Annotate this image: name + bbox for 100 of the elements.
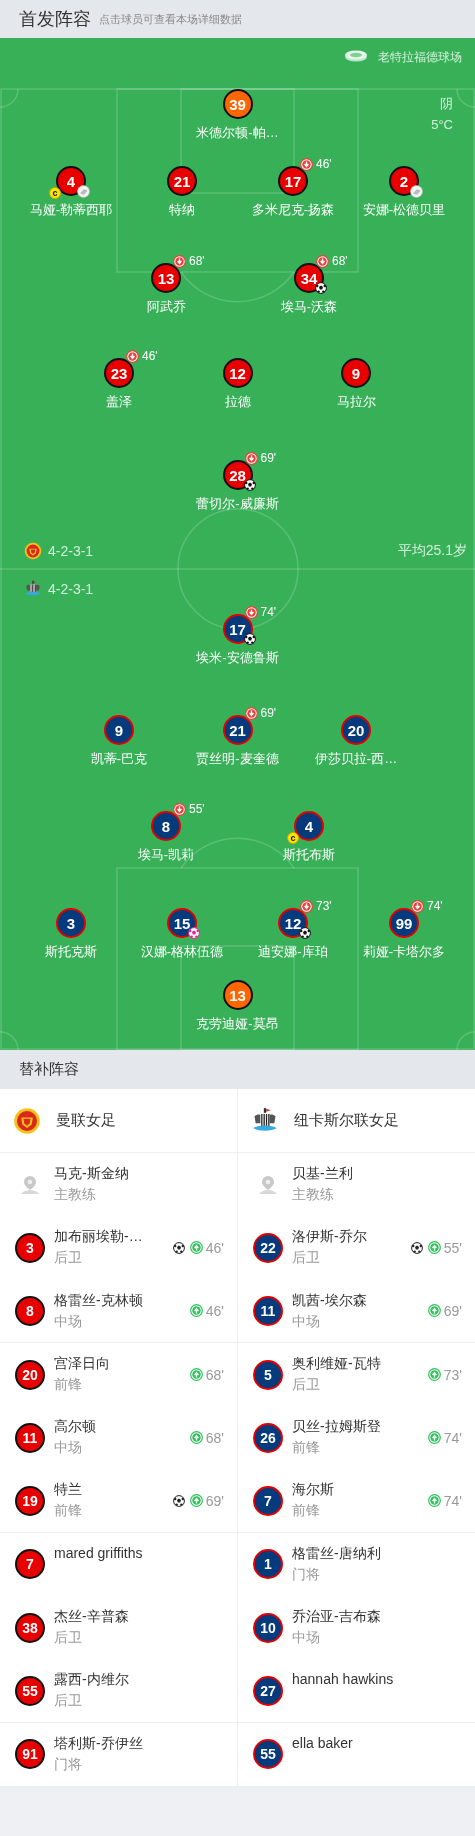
player-number[interactable]: 20 [15,1359,45,1390]
player-number[interactable]: 11 [253,1295,283,1326]
avatar-icon [257,1173,279,1196]
player-number[interactable]: 5 [253,1359,283,1390]
player-name[interactable]: ella baker [292,1734,353,1751]
substitution-minute: 68' [189,254,205,268]
player-name[interactable]: 米德尔顿-帕… [196,124,279,142]
coach-role: 主教练 [54,1186,97,1204]
substitution-minute: 46' [205,1239,224,1256]
player-position: 中场 [54,1312,83,1331]
player-name[interactable]: 格雷丝-唐纳利 [292,1544,381,1563]
player-number[interactable]: 22 [253,1232,283,1263]
player-number[interactable]: 20 [341,715,371,745]
player-number[interactable]: 2 [389,166,419,196]
player-number[interactable]: 13 [151,263,181,293]
player-number[interactable]: 26 [253,1422,283,1453]
player-name[interactable]: 汉娜-格林伍德 [140,943,224,961]
substitution-in-icon [189,1368,203,1382]
player-number[interactable]: 13 [222,980,253,1010]
player-position: 后卫 [54,1249,83,1268]
player-name[interactable]: 贝丝-拉姆斯登 [292,1418,381,1437]
substitution-minute: 69' [260,451,277,465]
player-number[interactable]: 7 [253,1485,283,1516]
player-name[interactable]: mared griffiths [54,1544,143,1561]
team-name: 曼联女足 [56,1111,116,1130]
player-number[interactable]: 9 [341,358,371,388]
substitution-in-icon [189,1494,203,1508]
player-number[interactable]: 3 [56,908,86,938]
substitution-in-icon [427,1368,441,1382]
player-number[interactable]: 55 [15,1675,45,1706]
player-name[interactable]: 奥利维娅-瓦特 [292,1354,381,1373]
player-position: 门将 [54,1755,83,1774]
player-name[interactable]: 埃马-沃森 [280,298,338,316]
player-name[interactable]: 拉德 [224,393,251,411]
player-name[interactable]: 乔治亚-吉布森 [292,1608,381,1627]
player-name[interactable]: 凯茜-埃尔森 [292,1291,367,1310]
player-name[interactable]: 马娅-勒蒂西耶 [29,201,113,219]
substitution-in-icon [427,1304,441,1318]
player-number[interactable]: 1 [253,1549,283,1580]
player-number[interactable]: 8 [15,1295,45,1326]
player-name[interactable]: 埃米-安德鲁斯 [196,649,279,667]
player-name[interactable]: 加布丽埃勒-… [54,1228,143,1247]
player-name[interactable]: 盖泽 [106,393,132,411]
player-name[interactable]: 贾丝明-麦奎德 [196,750,279,768]
player-name[interactable]: 杰丝-辛普森 [54,1608,129,1627]
player-name[interactable]: 蕾切尔-威廉斯 [196,495,279,513]
player-position: 前锋 [54,1502,82,1521]
weather-text: 阴 [440,95,453,113]
player-number[interactable]: 38 [15,1612,45,1643]
player-name[interactable]: 特兰 [54,1481,82,1500]
player-position: 后卫 [292,1249,321,1268]
player-name[interactable]: 伊莎贝拉-西… [314,750,398,768]
player-name[interactable]: 宫泽日向 [54,1354,110,1373]
crest-icon [13,1106,41,1135]
player-name[interactable]: 格雷丝-克林顿 [54,1291,143,1310]
substitution-out-icon [244,451,258,465]
coach-name[interactable]: 贝基-兰利 [292,1165,353,1183]
player-number[interactable]: 91 [15,1739,45,1770]
player-number[interactable]: 11 [15,1422,45,1453]
player-name[interactable]: 塔利斯-乔伊丝 [54,1734,143,1753]
player-name[interactable]: 凯蒂-巴克 [90,750,148,768]
player-number[interactable]: 27 [253,1675,283,1706]
player-name[interactable]: 洛伊斯-乔尔 [292,1228,367,1247]
player-number[interactable]: 21 [222,715,253,745]
player-name[interactable]: 莉娅-卡塔尔多 [362,943,446,961]
player-number[interactable]: 21 [167,166,197,196]
player-number[interactable]: 3 [15,1232,45,1263]
player-name[interactable]: hannah hawkins [292,1671,394,1688]
player-name[interactable]: 露西-内维尔 [54,1671,129,1690]
player-name[interactable]: 克劳迪娅-莫昂 [196,1015,279,1033]
player-number[interactable]: 12 [222,358,253,388]
player-name[interactable]: 斯托克斯 [45,943,97,961]
player-name[interactable]: 安娜-松德贝里 [362,201,446,219]
player-position: 中场 [292,1629,321,1648]
player-number[interactable]: 15 [167,908,197,938]
player-name[interactable]: 迪安娜-库珀 [258,943,328,961]
player-name[interactable]: 多米尼克-扬森 [251,201,335,219]
player-name[interactable]: 马拉尔 [336,393,376,411]
player-number[interactable]: 8 [151,811,181,841]
player-number[interactable]: 7 [15,1549,45,1580]
player-number[interactable]: 99 [389,908,419,938]
substitution-minute: 46' [142,349,158,363]
player-number[interactable]: 4 [294,811,324,841]
player-name[interactable]: 海尔斯 [292,1481,334,1500]
player-number[interactable]: 55 [253,1739,283,1770]
player-name[interactable]: 高尔顿 [54,1418,96,1437]
substitution-minute: 55' [189,802,205,816]
player-number[interactable]: 9 [104,715,134,745]
player-number[interactable]: 23 [104,358,134,388]
coach-name[interactable]: 马克-斯金纳 [54,1165,129,1183]
captain-badge: c [49,187,61,199]
player-number[interactable]: 17 [278,166,308,196]
player-name[interactable]: 阿武乔 [146,298,186,316]
player-name[interactable]: 埃马-凯莉 [137,846,195,864]
player-number[interactable]: 10 [253,1612,283,1643]
player-number[interactable]: 39 [222,89,253,119]
player-number[interactable]: 19 [15,1485,45,1516]
player-name[interactable]: 斯托布斯 [283,846,335,864]
substitution-in-icon [189,1431,203,1445]
player-name[interactable]: 特纳 [169,201,195,219]
